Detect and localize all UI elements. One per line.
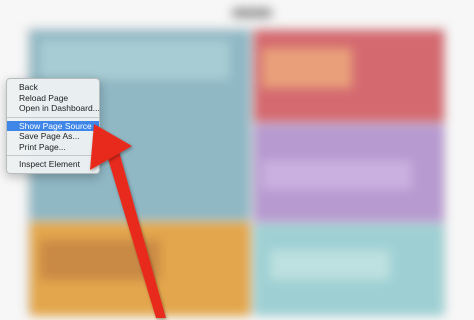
menu-item-save-page-as[interactable]: Save Page As... <box>7 131 99 142</box>
blurred-window-title <box>232 8 272 18</box>
blurred-tile-orange-inner <box>40 240 160 280</box>
menu-item-back[interactable]: Back <box>7 82 99 93</box>
menu-separator <box>7 155 99 156</box>
blurred-tile-red-inner <box>262 48 352 88</box>
context-menu: Back Reload Page Open in Dashboard... Sh… <box>6 78 100 174</box>
menu-item-reload-page[interactable]: Reload Page <box>7 93 99 104</box>
blurred-tile-purple-inner <box>262 160 412 190</box>
menu-item-print-page[interactable]: Print Page... <box>7 142 99 153</box>
menu-item-inspect-element[interactable]: Inspect Element <box>7 159 99 170</box>
blurred-tile-cyan-inner <box>270 250 390 280</box>
blurred-tile-teal-header <box>40 40 230 80</box>
menu-separator <box>7 116 99 118</box>
screenshot-stage: Back Reload Page Open in Dashboard... Sh… <box>0 0 474 320</box>
menu-item-show-page-source[interactable]: Show Page Source <box>7 120 99 131</box>
menu-item-open-in-dashboard[interactable]: Open in Dashboard... <box>7 103 100 114</box>
